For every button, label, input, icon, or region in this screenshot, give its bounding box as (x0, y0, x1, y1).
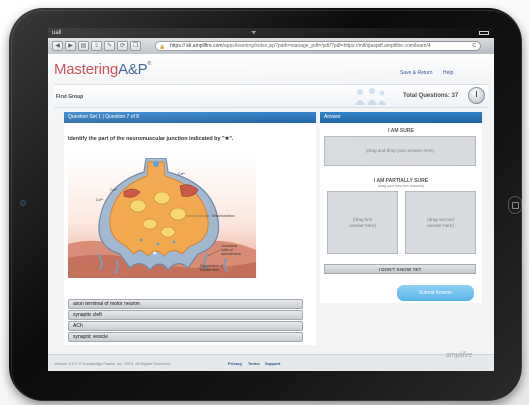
answer-panel: I AM SURE (drag and drop your answer her… (320, 123, 482, 303)
tools-icon[interactable]: ✎ (104, 41, 115, 51)
logo-main: Mastering (54, 61, 119, 78)
privacy-link[interactable]: Privacy (228, 361, 242, 366)
question-panel: Identify the part of the neuromuscular j… (64, 123, 316, 345)
sure-label: I AM SURE (388, 128, 414, 134)
figure-label-ca1: Ca²⁺ (110, 188, 118, 192)
answer-tab: Answer (320, 112, 482, 123)
figure-label-mitochondrion: Mitochondrion (212, 214, 235, 218)
url-bar[interactable]: 🔒 https:// ktl.amplifire.com/apps/learni… (155, 41, 481, 51)
screen: uall ᯤ ◀ ▶ ▤ ⇪ ✎ ⟳ ❐ 🔒 https:// ktl.ampl… (48, 28, 494, 371)
figure-label-ca3: Ca²⁺ (178, 172, 186, 176)
battery-icon (479, 31, 489, 35)
choice-ach[interactable]: ACh (68, 321, 303, 331)
logo-mark: ® (147, 61, 151, 67)
group-header: First Group Total Questions: 37 (54, 84, 488, 108)
copyright-text: Version 5.0.0 ® Knowledge Factor, Inc. 2… (54, 361, 172, 366)
url-path: /apps/learning/index.jsp?path=manage_pdf… (222, 43, 431, 49)
browser-toolbar: ◀ ▶ ▤ ⇪ ✎ ⟳ ❐ 🔒 https:// ktl.amplifire.c… (48, 38, 494, 55)
nmj-drawing: ★ (68, 157, 256, 278)
svg-text:★: ★ (152, 250, 157, 257)
terms-link[interactable]: Terms (248, 361, 260, 366)
group-name: First Group (56, 94, 84, 100)
amplifire-brand: amplifire (446, 352, 473, 359)
pages-icon[interactable]: ❐ (130, 41, 141, 51)
sync-icon[interactable]: ⟳ (117, 41, 128, 51)
share-icon[interactable]: ⇪ (91, 41, 102, 51)
reload-icon[interactable]: C (472, 42, 476, 50)
footer: Version 5.0.0 ® Knowledge Factor, Inc. 2… (48, 352, 494, 371)
people-watermark-icon (355, 88, 386, 105)
status-bar: uall ᯤ (48, 28, 494, 38)
submit-answer-button[interactable]: Submit Answer (397, 285, 474, 301)
wifi-icon: ᯤ (251, 30, 257, 36)
forward-icon[interactable]: ▶ (65, 41, 76, 51)
signal-label: uall (52, 30, 62, 36)
figure-label-sarcoplasm: Sarcoplasm of muscle fiber (200, 264, 223, 272)
camera-icon (20, 200, 26, 206)
figure-label-junctional-folds: Junctional folds of sarcolemma (221, 244, 241, 256)
home-button[interactable] (508, 196, 522, 214)
logo-ap: A&P (118, 61, 148, 78)
nmj-illustration: ★ Ca²⁺ Ca²⁺ Ca²⁺ Mitochondrion Junctiona… (68, 157, 256, 278)
back-icon[interactable]: ◀ (52, 41, 63, 51)
choice-axon-terminal[interactable]: axon terminal of motor neuron (68, 299, 303, 309)
question-tab: Question Set 1 | Question 7 of 8 (64, 112, 316, 123)
sure-drop-zone[interactable]: (drag and drop your answer here) (324, 136, 476, 166)
support-link[interactable]: Support (265, 361, 280, 366)
save-return-link[interactable]: Save & Return (400, 70, 433, 76)
question-prompt: Identify the part of the neuromuscular j… (68, 136, 234, 142)
lock-icon: 🔒 (159, 44, 166, 50)
choice-synaptic-cleft[interactable]: synaptic cleft (68, 310, 303, 320)
second-answer-drop-zone[interactable]: (drag second answer here) (405, 191, 476, 254)
logo: MasteringA&P® (54, 61, 151, 78)
first-answer-drop-zone[interactable]: (drag first answer here) (327, 191, 398, 254)
total-questions: Total Questions: 37 (403, 93, 459, 99)
choice-synaptic-vesicle[interactable]: synaptic vesicle (68, 332, 303, 342)
dont-know-drop-zone[interactable]: I DON'T KNOW YET (324, 264, 476, 274)
app-header: MasteringA&P® Save & Return Help (48, 54, 494, 84)
url-host: https:// ktl.amplifire.com (170, 43, 223, 49)
help-link[interactable]: Help (443, 70, 453, 76)
partially-sure-sub: (drag your best two answers) (377, 184, 425, 188)
bookmark-book-icon[interactable]: ▤ (78, 41, 89, 51)
timer-dial-icon (468, 87, 485, 104)
figure-label-ca2: Ca²⁺ (96, 198, 104, 202)
